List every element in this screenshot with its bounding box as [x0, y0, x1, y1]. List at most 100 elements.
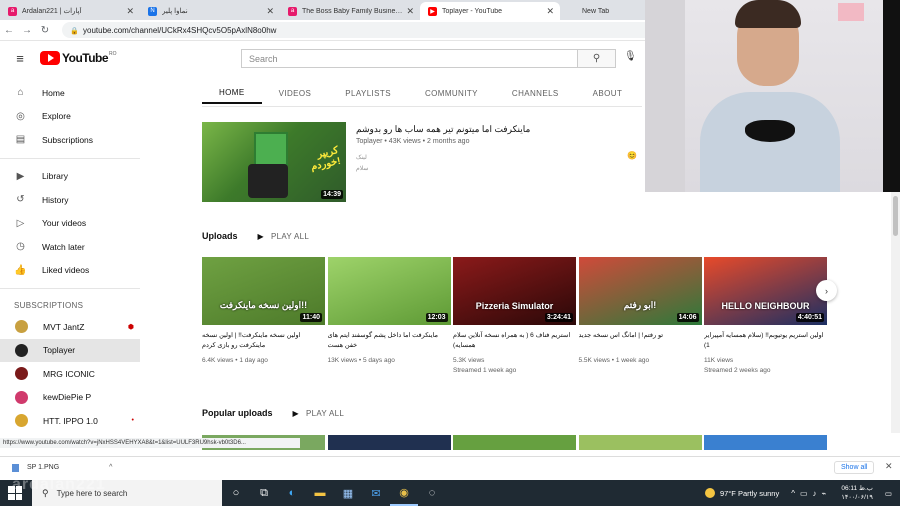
thumbnail-caption: Pizzeria Simulator	[475, 301, 554, 311]
show-all-downloads-button[interactable]: Show all	[834, 461, 875, 474]
close-icon[interactable]: ✕	[885, 461, 893, 472]
subscription-item[interactable]: Toplayer	[0, 338, 140, 362]
browser-tab[interactable]: a The Boss Baby Family Business ... ✕	[280, 2, 420, 20]
browser-tab[interactable]: a Ardalan221 | آپارات ✕	[0, 2, 140, 20]
subscriptions-icon: ▤	[15, 134, 26, 146]
popular-video-thumbnail[interactable]	[327, 435, 451, 450]
sidebar-item-explore[interactable]: ◎ Explore	[0, 105, 140, 129]
popular-play-all-button[interactable]: ▶ PLAY ALL	[293, 409, 345, 418]
video-meta: 13K views • 5 days ago	[328, 356, 451, 366]
address-bar[interactable]: 🔒 youtube.com/channel/UCkRx4SHQcv5O5pAxl…	[62, 22, 662, 38]
video-thumbnail[interactable]: 12:03	[327, 257, 451, 325]
task-view-icon[interactable]: ⧉	[250, 480, 278, 506]
sidebar-item-label: Watch later	[42, 241, 85, 252]
video-card[interactable]: ابو رفتم! 14:06 تو رفتم! | امانگ اس نسخه ج…	[578, 257, 702, 366]
video-title[interactable]: تو رفتم! | امانگ اس نسخه جدید	[579, 331, 702, 352]
sidebar-divider	[0, 288, 140, 289]
chrome-icon[interactable]: ◉	[390, 480, 418, 506]
video-title[interactable]: اولین استریم یوتیوبم!! (سلام همسایه آمپی…	[704, 331, 827, 352]
close-tab-icon[interactable]: ✕	[266, 6, 274, 17]
forward-arrow-icon[interactable]: →	[18, 25, 36, 36]
sidebar-item-your-videos[interactable]: ▷ Your videos	[0, 212, 140, 236]
tab-about[interactable]: ABOUT	[576, 82, 640, 104]
sidebar-item-watch-later[interactable]: ◷ Watch later	[0, 235, 140, 259]
video-title[interactable]: استریم فناف 6 ( به همراه نسخه آنلاین سلا…	[453, 331, 576, 352]
channel-avatar	[15, 320, 28, 334]
close-tab-icon[interactable]: ✕	[126, 6, 134, 17]
sidebar-item-label: Subscriptions	[42, 134, 94, 145]
sun-icon	[704, 488, 715, 498]
tab-playlists[interactable]: PLAYLISTS	[328, 82, 408, 104]
search-input[interactable]: Search	[241, 49, 578, 68]
menu-icon[interactable]: ≡	[0, 51, 40, 66]
your-videos-icon: ▷	[16, 217, 25, 229]
close-tab-icon[interactable]: ✕	[406, 6, 414, 17]
video-card[interactable]: HELLO NEIGHBOUR 4:40:51 اولین استریم یوتیو…	[704, 257, 827, 376]
youtube-logo[interactable]: YouTube RO	[40, 51, 117, 65]
tab-home[interactable]: HOME	[202, 82, 262, 104]
subscription-item[interactable]: kewDiePie P	[0, 386, 140, 410]
video-streamed: Streamed 2 weeks ago	[704, 367, 771, 374]
video-title[interactable]: اولین نسخه ماینکرفت!! | اولین نسخه ماینک…	[202, 331, 325, 352]
video-thumbnail[interactable]: اولین نسخه ماینکرفت!! 11:40	[202, 257, 325, 325]
tray-icons[interactable]: ^▭♪⌁	[791, 489, 831, 498]
youtube-play-icon	[40, 51, 60, 65]
microphone-icon[interactable]: 🎙	[624, 51, 637, 62]
featured-video-thumbnail[interactable]: کریپر خوردم! 14:39	[202, 122, 346, 202]
subscription-item[interactable]: HTT. IPPO 1.0 •	[0, 409, 140, 433]
sidebar-item-liked-videos[interactable]: 👍 Liked videos	[0, 259, 140, 283]
video-card[interactable]: 12:03 ماینکرفت اما داخل پشم گوسفند ایتم ه…	[327, 257, 451, 366]
edge-icon[interactable]: ◐	[278, 480, 306, 506]
search-icon: ⚲	[592, 53, 601, 64]
notification-icon[interactable]: ▭	[885, 489, 892, 498]
chevron-up-icon[interactable]: ^	[109, 464, 112, 471]
clock[interactable]: 06:11 ب.ظ ۱۴۰۰/۰۶/۱۹	[841, 484, 873, 502]
weather-widget[interactable]: 97°F Partly sunny	[704, 488, 779, 498]
video-thumbnail[interactable]: ابو رفتم! 14:06	[578, 257, 702, 325]
sidebar-item-library[interactable]: ▶ Library	[0, 165, 140, 189]
popular-video-thumbnail[interactable]	[578, 435, 702, 450]
tab-channels[interactable]: CHANNELS	[495, 82, 576, 104]
video-thumbnail[interactable]: Pizzeria Simulator 3:24:41	[453, 257, 576, 325]
scrollbar-thumb[interactable]	[893, 196, 898, 236]
store-icon[interactable]: ▦	[334, 480, 362, 506]
popular-video-thumbnail[interactable]	[453, 435, 576, 450]
live-badge-icon: •	[131, 417, 134, 425]
subscription-item[interactable]: MVT JantZ ⬢	[0, 315, 140, 339]
video-thumbnail[interactable]: HELLO NEIGHBOUR 4:40:51	[704, 257, 827, 325]
uploads-play-all-button[interactable]: ▶ PLAY ALL	[258, 232, 310, 241]
obs-icon[interactable]: ◌	[418, 480, 446, 506]
close-tab-icon[interactable]: ✕	[546, 6, 554, 17]
back-arrow-icon[interactable]: ←	[0, 25, 18, 36]
video-title[interactable]: ماینکرفت اما داخل پشم گوسفند ایتم های خف…	[328, 331, 451, 352]
sidebar-item-subscriptions[interactable]: ▤ Subscriptions	[0, 128, 140, 152]
mail-icon[interactable]: ✉	[362, 480, 390, 506]
youtube-header: ≡ YouTube RO Search ⚲ 🎙	[0, 41, 645, 75]
sidebar-item-home[interactable]: ⌂ Home	[0, 81, 140, 105]
subscription-label: MRG ICONIC	[43, 368, 95, 379]
download-item[interactable]: SP 1.PNG ^	[12, 463, 112, 472]
tab-videos[interactable]: VIDEOS	[262, 82, 329, 104]
sidebar-item-history[interactable]: ↺ History	[0, 188, 140, 212]
library-icon: ▶	[16, 170, 25, 182]
shelf-next-button[interactable]: ›	[816, 280, 837, 301]
video-card[interactable]: Pizzeria Simulator 3:24:41 استریم فناف 6 (…	[453, 257, 576, 376]
video-card[interactable]: اولین نسخه ماینکرفت!! 11:40 اولین نسخه مای…	[202, 257, 325, 366]
subscription-item[interactable]: MRG ICONIC	[0, 362, 140, 386]
file-explorer-icon[interactable]: ▬	[306, 480, 334, 506]
windows-taskbar: ⚲ Type here to search ○ ⧉ ◐ ▬ ▦ ✉ ◉ ◌ 97…	[0, 480, 900, 506]
tab-favicon-icon: a	[8, 6, 17, 16]
video-views: 6.4K views • 1 day ago	[202, 357, 268, 364]
browser-tab[interactable]: ▶ Toplayer - YouTube ✕	[420, 2, 560, 20]
popular-video-thumbnail[interactable]	[704, 435, 827, 450]
video-duration: 11:40	[300, 313, 322, 322]
cortana-icon[interactable]: ○	[222, 480, 250, 506]
system-tray: 97°F Partly sunny ^▭♪⌁ 06:11 ب.ظ ۱۴۰۰/۰۶…	[704, 480, 892, 506]
featured-video-title[interactable]: ماینکرفت اما میتونم تیر همه ساب ها رو بد…	[356, 124, 530, 135]
tab-community[interactable]: COMMUNITY	[408, 82, 495, 104]
sidebar-item-label: Liked videos	[42, 265, 90, 276]
page-scrollbar[interactable]	[891, 192, 900, 433]
browser-tab[interactable]: N نماوا پلیر ✕	[140, 2, 280, 20]
search-button[interactable]: ⚲	[578, 49, 616, 68]
reload-icon[interactable]: ↻	[36, 25, 54, 36]
